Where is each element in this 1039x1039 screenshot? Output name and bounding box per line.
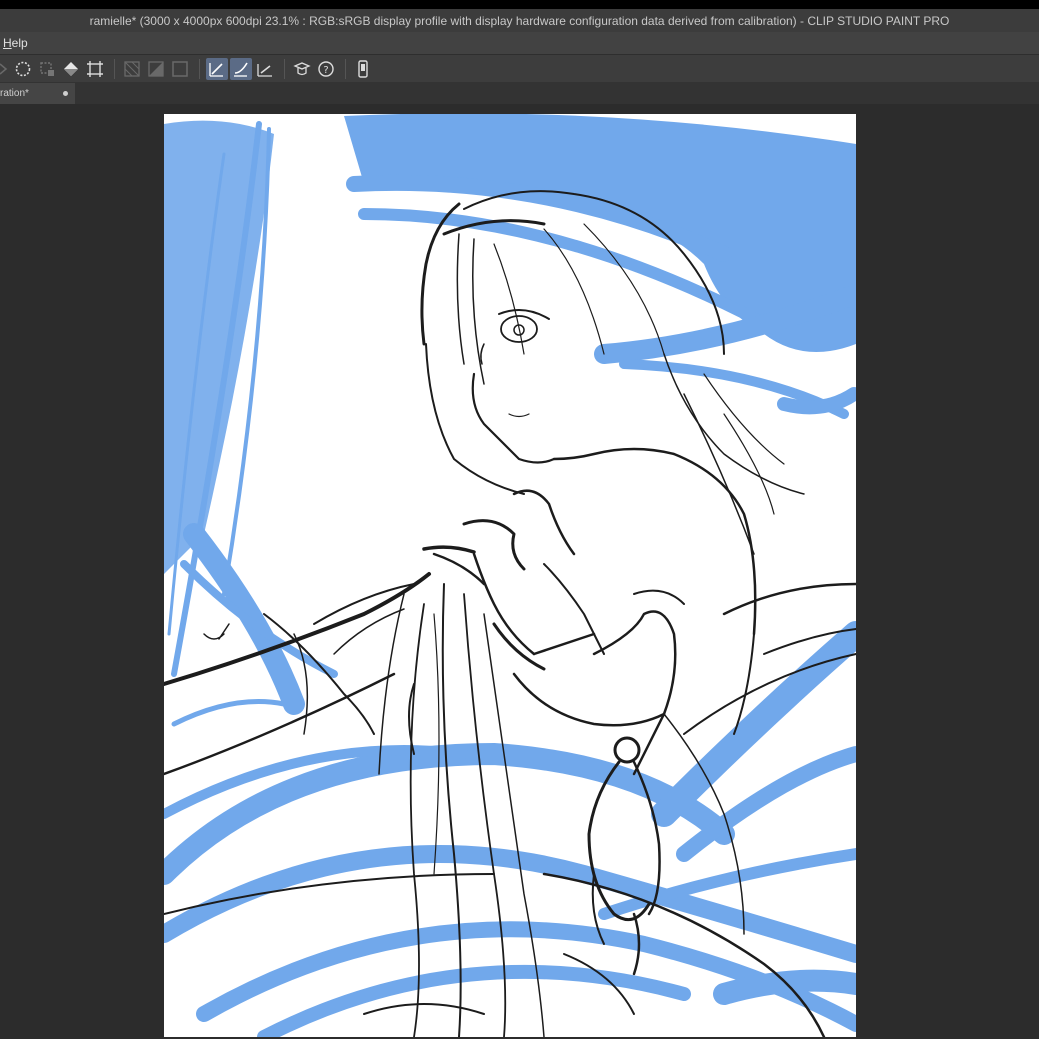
tab-close-icon[interactable]	[63, 91, 68, 96]
select-all-icon[interactable]	[12, 58, 34, 80]
blue-rough-sketch	[164, 114, 856, 1037]
deselect-icon[interactable]	[36, 58, 58, 80]
document-tab-bar: ration*	[0, 82, 1039, 104]
command-bar: ?	[0, 55, 1039, 83]
drawing-canvas[interactable]	[164, 114, 856, 1037]
artwork	[164, 114, 856, 1037]
toolbar-separator	[284, 58, 285, 79]
toolbar-separator	[114, 58, 115, 79]
toolbar-separator	[199, 58, 200, 79]
smartphone-icon[interactable]	[352, 58, 374, 80]
menu-help-label: elp	[11, 36, 28, 50]
ruler-snap-icon[interactable]	[206, 57, 228, 80]
document-tab[interactable]: ration*	[0, 83, 75, 104]
window-top-edge	[0, 0, 1039, 9]
svg-text:?: ?	[323, 65, 328, 76]
toolbar-separator	[345, 58, 346, 79]
tips-icon[interactable]	[291, 58, 313, 80]
window-title: ramielle* (3000 x 4000px 600dpi 23.1% : …	[89, 13, 950, 28]
menu-help-mnemonic: H	[3, 36, 12, 50]
clear-outside-selection-icon[interactable]	[121, 58, 143, 80]
grid-snap-icon[interactable]	[254, 58, 276, 80]
menu-help[interactable]: Help	[0, 36, 31, 50]
crop-icon[interactable]	[84, 58, 106, 80]
cut-off-tool-icon[interactable]	[0, 58, 10, 80]
fill-icon[interactable]	[60, 58, 82, 80]
document-tab-label: ration*	[0, 88, 29, 99]
title-bar: ramielle* (3000 x 4000px 600dpi 23.1% : …	[0, 9, 1039, 32]
fill-selection-icon[interactable]	[145, 58, 167, 80]
menu-bar: Help	[0, 32, 1039, 55]
help-icon[interactable]: ?	[315, 58, 337, 80]
convert-selection-icon[interactable]	[169, 58, 191, 80]
special-ruler-snap-icon[interactable]	[230, 57, 252, 80]
